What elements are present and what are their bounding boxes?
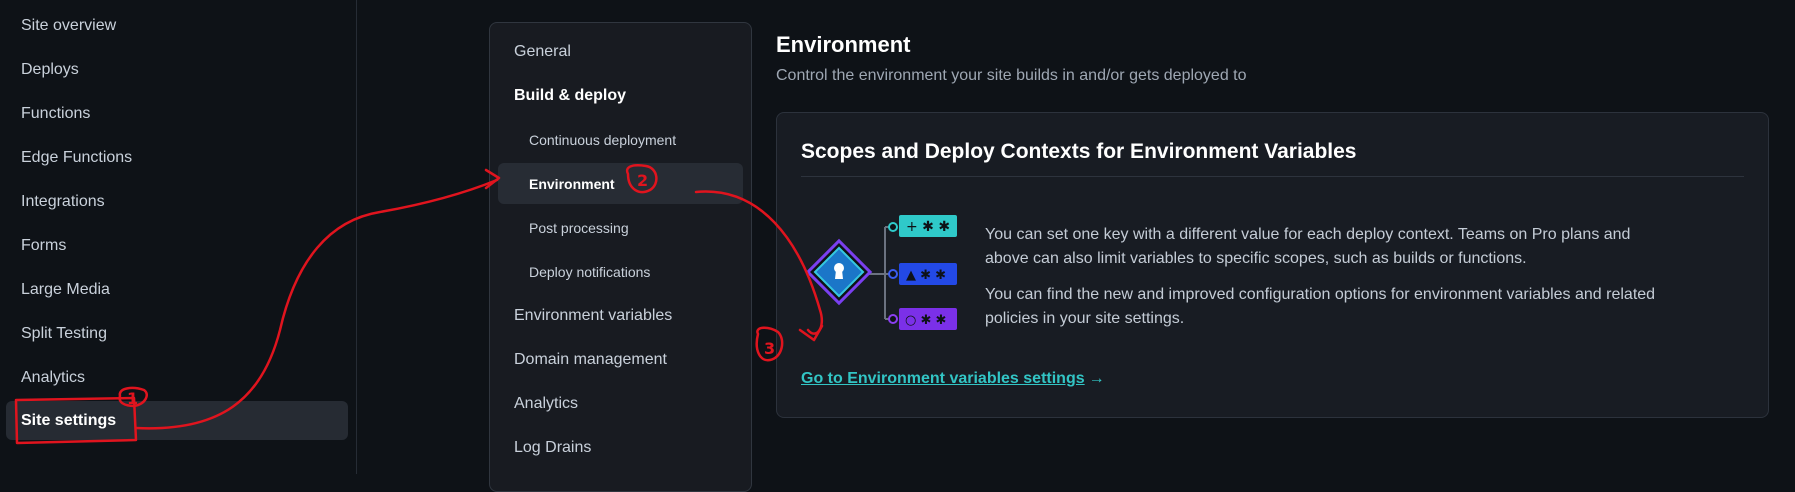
svg-text:+ ✱ ✱: + ✱ ✱	[906, 219, 950, 235]
site-sidebar: Site overview Deploys Functions Edge Fun…	[0, 0, 357, 474]
page-title: Environment	[776, 32, 911, 57]
sidebar-item-large-media[interactable]: Large Media	[6, 270, 348, 309]
subnav-item-analytics[interactable]: Analytics	[498, 383, 743, 424]
sidebar-item-site-settings[interactable]: Site settings	[6, 401, 348, 440]
sidebar-item-deploys[interactable]: Deploys	[6, 50, 348, 89]
card-paragraph-scopes: You can set one key with a different val…	[985, 226, 1631, 267]
card-divider	[801, 176, 1744, 177]
sidebar-item-functions[interactable]: Functions	[6, 94, 348, 133]
sidebar-item-split-testing[interactable]: Split Testing	[6, 314, 348, 353]
card-paragraph-settings: You can find the new and improved config…	[985, 286, 1656, 327]
env-variables-settings-link[interactable]: Go to Environment variables settings →	[801, 370, 1105, 388]
subnav-item-continuous-deployment[interactable]: Continuous deployment	[498, 119, 743, 160]
sidebar-item-integrations[interactable]: Integrations	[6, 182, 348, 221]
page-description: Control the environment your site builds…	[776, 67, 1247, 84]
scopes-illustration-icon: + ✱ ✱ ▲ ✱ ✱ ○ ✱ ✱	[807, 215, 957, 330]
subnav-item-general[interactable]: General	[498, 31, 743, 72]
subnav-item-post-processing[interactable]: Post processing	[498, 207, 743, 248]
subnav-item-build-deploy[interactable]: Build & deploy	[498, 75, 743, 116]
sidebar-item-analytics[interactable]: Analytics	[6, 358, 348, 397]
sidebar-item-edge-functions[interactable]: Edge Functions	[6, 138, 348, 177]
arrow-right-icon: →	[1088, 370, 1105, 387]
sidebar-item-forms[interactable]: Forms	[6, 226, 348, 265]
subnav-item-environment[interactable]: Environment	[498, 163, 743, 204]
env-scopes-card: Scopes and Deploy Contexts for Environme…	[776, 112, 1769, 418]
subnav-item-domain-management[interactable]: Domain management	[498, 339, 743, 380]
sidebar-item-site-overview[interactable]: Site overview	[6, 6, 348, 45]
settings-subnav: General Build & deploy Continuous deploy…	[489, 22, 752, 492]
subnav-item-deploy-notifications[interactable]: Deploy notifications	[498, 251, 743, 292]
subnav-item-log-drains[interactable]: Log Drains	[498, 427, 743, 468]
annotation-marker-3-label: 3	[764, 339, 775, 358]
subnav-item-environment-variables[interactable]: Environment variables	[498, 295, 743, 336]
svg-text:▲ ✱ ✱: ▲ ✱ ✱	[906, 268, 946, 283]
card-title: Scopes and Deploy Contexts for Environme…	[801, 140, 1357, 163]
env-variables-settings-link-label: Go to Environment variables settings	[801, 370, 1085, 387]
svg-text:○ ✱ ✱: ○ ✱ ✱	[905, 313, 946, 328]
